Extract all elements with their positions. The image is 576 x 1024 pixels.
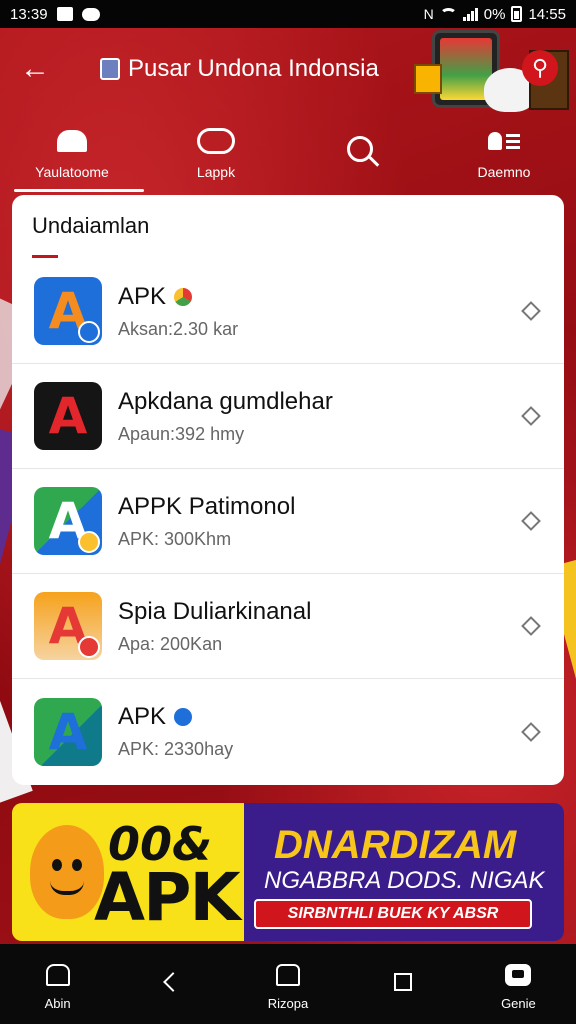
- chat-icon: [197, 128, 235, 154]
- back-arrow-icon[interactable]: ←: [20, 52, 60, 86]
- app-meta: APK: 300Khm: [118, 528, 232, 549]
- chevron-icon[interactable]: [521, 406, 541, 426]
- list-item[interactable]: A Apkdana gumdlehar Apaun:392 hmy: [12, 364, 564, 469]
- chat-notification-icon: [81, 7, 100, 21]
- app-meta: Apaun:392 hmy: [118, 423, 245, 444]
- app-logo-icon: [100, 58, 120, 80]
- battery-icon: [511, 6, 523, 22]
- banner-headline: DNARDIZAM: [274, 823, 517, 867]
- app-name: APPK Patimonol: [118, 492, 296, 520]
- banner-left-line2: APK: [94, 859, 241, 936]
- house-icon: [276, 963, 300, 986]
- app-badge-icon: [78, 321, 100, 343]
- home-icon: [57, 130, 87, 152]
- app-name: Spia Duliarkinanal: [118, 597, 312, 625]
- promo-banner[interactable]: 00& APK DNARDIZAM NGABBRA DODS. NIGAK SI…: [12, 803, 564, 941]
- chevron-icon[interactable]: [521, 301, 541, 321]
- mascot-illustration: [30, 825, 104, 919]
- nav-home[interactable]: Abin: [0, 958, 115, 1011]
- image-notification-icon: [56, 7, 73, 21]
- tab-people[interactable]: Daemno: [432, 110, 576, 192]
- app-logo: A: [34, 592, 102, 660]
- app-badge-icon: [78, 531, 100, 553]
- gift-illustration: [414, 64, 442, 94]
- list-item[interactable]: A APK APK: 2330hay: [12, 679, 564, 784]
- banner-cta-button[interactable]: SIRBNTHLI BUEK KY ABSR: [254, 899, 532, 929]
- chevron-icon[interactable]: [521, 511, 541, 531]
- nav-recents[interactable]: [346, 965, 461, 1003]
- nav-house[interactable]: Rizopa: [230, 958, 345, 1011]
- tab-label: Yaulatoome: [35, 164, 109, 180]
- google-play-icon: [174, 287, 193, 306]
- verified-badge-icon: [174, 708, 193, 726]
- list-item[interactable]: A APK Aksan:2.30 kar: [12, 259, 564, 364]
- home-icon: [45, 963, 70, 986]
- square-icon: [394, 973, 413, 991]
- people-icon: [488, 132, 520, 150]
- bottom-nav: Abin Rizopa Genie: [0, 944, 576, 1024]
- chevron-icon[interactable]: [521, 721, 541, 742]
- banner-subhead: NGABBRA DODS. NIGAK: [264, 867, 545, 894]
- app-name: APK: [118, 703, 167, 730]
- page-title: Pusar Undona Indonsia: [128, 55, 379, 82]
- app-header: ← Pusar Undona Indonsia ⚲: [0, 28, 576, 112]
- nav-label: Genie: [501, 995, 536, 1011]
- status-time: 13:39: [10, 5, 48, 23]
- app-logo: A: [34, 382, 102, 450]
- app-name: APK: [118, 282, 167, 310]
- app-logo: A: [34, 487, 102, 555]
- nav-label: Abin: [44, 995, 71, 1011]
- title-underline: [32, 255, 58, 258]
- search-icon: ⚲: [531, 55, 549, 80]
- nav-game[interactable]: Genie: [461, 958, 576, 1011]
- app-list: A APK Aksan:2.30 kar A Apkdana gumdlehar…: [12, 259, 564, 784]
- tab-label: Lappk: [196, 164, 236, 180]
- status-clock-right: 14:55: [528, 5, 566, 23]
- wifi-icon: [439, 7, 457, 21]
- nav-back[interactable]: [115, 965, 230, 1003]
- battery-percent: 0%: [483, 5, 506, 23]
- app-meta: Aksan:2.30 kar: [118, 318, 239, 339]
- app-badge-icon: [78, 636, 100, 658]
- app-name: Apkdana gumdlehar: [118, 387, 333, 415]
- nav-label: Rizopa: [267, 995, 309, 1011]
- list-item[interactable]: A APPK Patimonol APK: 300Khm: [12, 469, 564, 574]
- app-logo-letter: A: [48, 702, 88, 761]
- chevron-icon[interactable]: [521, 616, 541, 636]
- search-icon: [347, 136, 373, 162]
- nfc-icon: N: [423, 6, 434, 22]
- card-title: Undaiamlan: [32, 213, 150, 238]
- list-item[interactable]: A Spia Duliarkinanal Apa: 200Kan: [12, 574, 564, 679]
- app-meta: APK: 2330hay: [118, 739, 234, 759]
- app-logo-letter: A: [48, 387, 88, 445]
- app-logo: A: [34, 697, 102, 766]
- app-logo: A: [34, 277, 102, 345]
- tab-bar: Yaulatoome Lappk Daemno: [0, 110, 576, 192]
- back-icon: [162, 972, 183, 992]
- game-icon: [505, 963, 532, 986]
- tab-search[interactable]: [288, 110, 432, 192]
- signal-icon: [462, 7, 478, 21]
- app-list-card: Undaiamlan A APK Aksan:2.30 kar A Apkdan…: [12, 195, 564, 785]
- tab-label: Daemno: [477, 164, 531, 180]
- tab-home[interactable]: Yaulatoome: [0, 110, 144, 192]
- search-button[interactable]: ⚲: [522, 50, 558, 86]
- promo-illustration: ⚲: [414, 28, 576, 112]
- tab-chat[interactable]: Lappk: [144, 110, 288, 192]
- app-meta: Apa: 200Kan: [118, 633, 223, 654]
- status-bar: 13:39 N 0% 14:55: [0, 0, 576, 28]
